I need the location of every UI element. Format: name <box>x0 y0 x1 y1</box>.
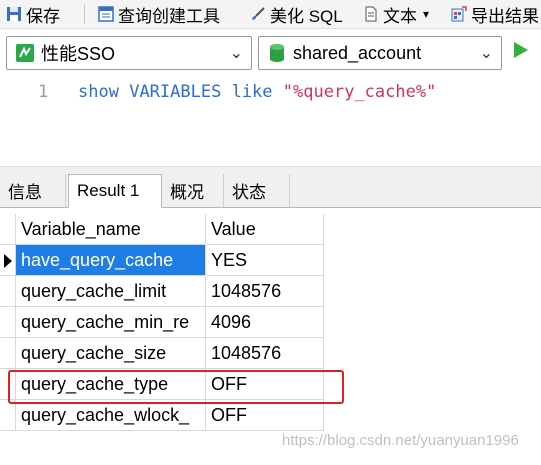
row-indicator <box>0 276 16 307</box>
connection-select[interactable]: 性能SSO ⌄ <box>6 36 252 70</box>
table-cell-value[interactable]: OFF <box>206 400 324 431</box>
row-indicator <box>0 400 16 431</box>
chevron-down-icon: ⌄ <box>229 45 243 62</box>
code-keyword-like: like <box>231 82 273 102</box>
code-string: "%query_cache%" <box>282 82 437 102</box>
query-builder-label: 查询创建工具 <box>118 6 220 26</box>
toolbar-separator <box>84 4 85 24</box>
beautify-sql-label: 美化 SQL <box>270 6 343 26</box>
database-value: shared_account <box>293 42 422 63</box>
connection-value: 性能SSO <box>41 44 116 64</box>
table-cell-name[interactable]: query_cache_limit <box>16 276 206 307</box>
save-button[interactable]: 保存 <box>6 0 60 28</box>
query-builder-icon <box>98 6 114 22</box>
tab-overview[interactable]: 概况 <box>162 174 224 207</box>
row-indicator <box>0 307 16 338</box>
query-builder-button[interactable]: 查询创建工具 <box>98 0 220 28</box>
row-indicator <box>0 214 16 245</box>
text-label: 文本 <box>383 6 417 26</box>
code-keyword-show: show <box>78 82 119 102</box>
row-indicator <box>0 245 16 276</box>
export-label: 导出结果 <box>471 6 539 26</box>
column-header-variable-name[interactable]: Variable_name <box>16 214 206 245</box>
export-icon <box>451 6 467 22</box>
row-indicator <box>0 338 16 369</box>
current-row-arrow-icon <box>4 254 12 268</box>
tab-status[interactable]: 状态 <box>224 174 290 207</box>
database-icon <box>267 43 287 63</box>
tab-info[interactable]: 信息 <box>0 174 66 207</box>
table-cell-value[interactable]: 1048576 <box>206 276 324 307</box>
brush-icon <box>250 6 266 22</box>
document-icon <box>363 6 379 22</box>
table-cell-name[interactable]: have_query_cache <box>16 245 206 276</box>
chevron-down-icon: ⌄ <box>479 45 493 62</box>
annotation-highlight-box <box>8 370 344 404</box>
watermark: https://blog.csdn.net/yuanyuan1996 <box>282 432 519 449</box>
save-icon <box>6 6 22 22</box>
tab-info-label: 信息 <box>8 183 42 202</box>
tab-overview-label: 概况 <box>170 183 204 202</box>
tab-result-1-label: Result 1 <box>77 181 140 200</box>
save-label: 保存 <box>26 6 60 26</box>
table-cell-value[interactable]: 4096 <box>206 307 324 338</box>
beautify-sql-button[interactable]: 美化 SQL <box>250 0 343 28</box>
code-keyword-variables: VARIABLES <box>129 82 222 102</box>
table-cell-value[interactable]: YES <box>206 245 324 276</box>
table-cell-name[interactable]: query_cache_wlock_ <box>16 400 206 431</box>
tab-result-1[interactable]: Result 1 <box>68 174 162 208</box>
table-cell-name[interactable]: query_cache_min_re <box>16 307 206 338</box>
database-select[interactable]: shared_account ⌄ <box>258 36 502 70</box>
connection-icon <box>15 43 35 63</box>
text-button[interactable]: 文本 ▾ <box>363 0 429 28</box>
tab-status-label: 状态 <box>232 183 266 202</box>
run-icon[interactable] <box>514 42 528 58</box>
column-header-value[interactable]: Value <box>206 214 324 245</box>
text-dropdown-icon[interactable]: ▾ <box>423 7 429 21</box>
export-button[interactable]: 导出结果 <box>451 0 539 28</box>
table-cell-name[interactable]: query_cache_size <box>16 338 206 369</box>
sql-code-line[interactable]: show VARIABLES like "%query_cache%" <box>78 82 436 102</box>
table-cell-value[interactable]: 1048576 <box>206 338 324 369</box>
line-number: 1 <box>38 82 49 102</box>
